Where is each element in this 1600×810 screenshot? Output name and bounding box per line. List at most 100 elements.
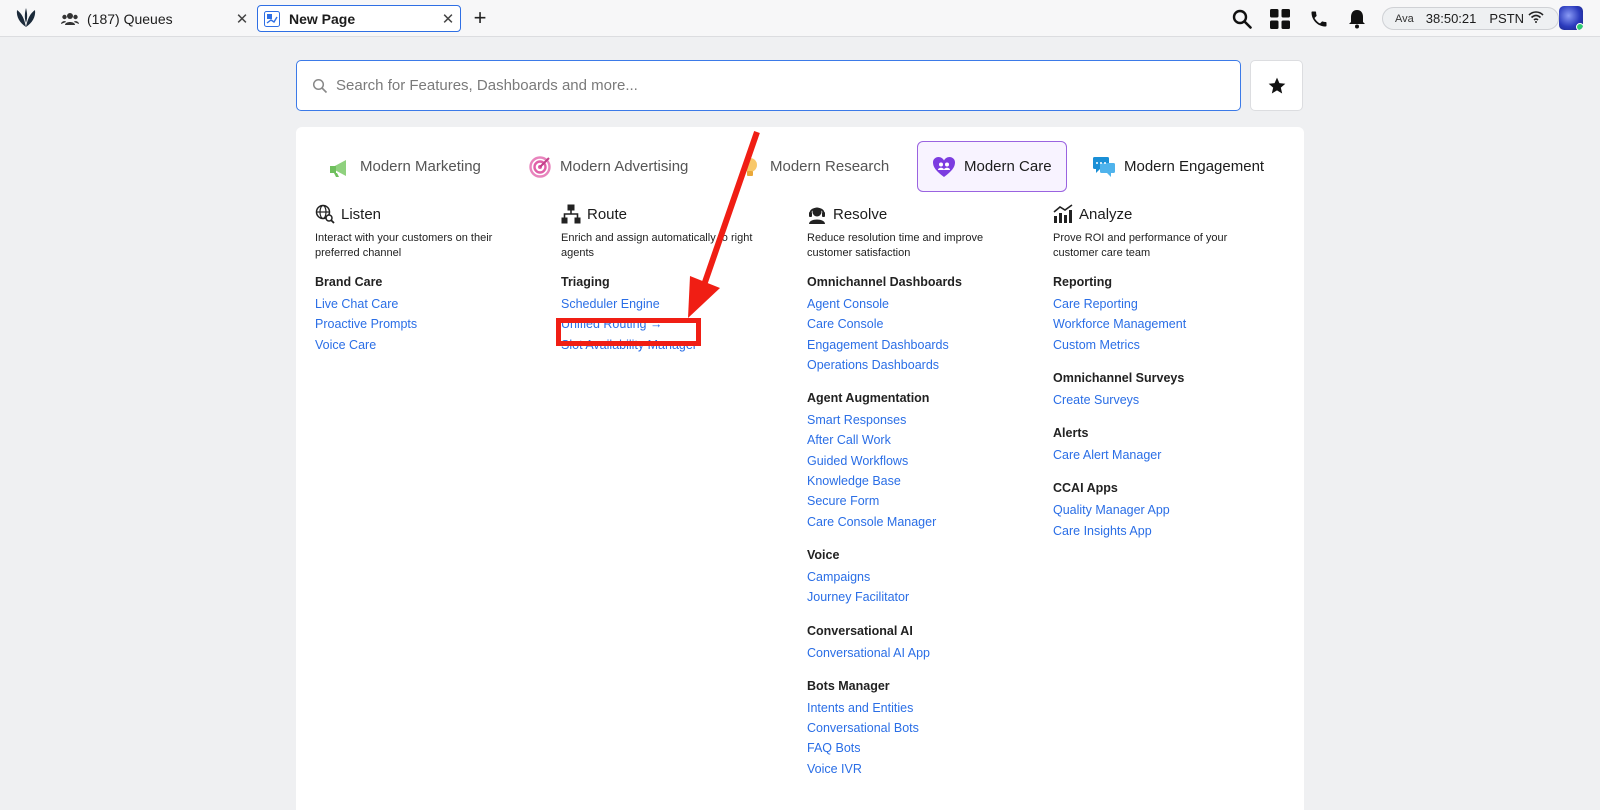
search-icon[interactable] xyxy=(1230,7,1254,31)
category-modern-engagement[interactable]: Modern Engagement xyxy=(1092,141,1264,192)
section-title: Omnichannel Surveys xyxy=(1053,370,1185,385)
agent-name: Ava xyxy=(1395,12,1414,25)
search-icon xyxy=(312,78,328,93)
session-timer: 38:50:21 xyxy=(1425,11,1477,26)
section-bots-manager: Bots Manager Intents and Entities Conver… xyxy=(807,679,1047,781)
close-icon[interactable]: ✕ xyxy=(233,10,251,28)
bulb-icon xyxy=(738,155,762,179)
link-voice-ivr[interactable]: Voice IVR xyxy=(807,761,1047,781)
top-bar: (187) Queues ✕ New Page ✕ + Ava 38:50:21… xyxy=(0,0,1600,37)
link-smart-responses[interactable]: Smart Responses xyxy=(807,412,1047,432)
column-description: Interact with your customers on their pr… xyxy=(315,232,493,259)
category-label: Modern Marketing xyxy=(360,158,481,175)
column-title: Analyze xyxy=(1079,205,1133,223)
section-title: Triaging xyxy=(561,275,610,289)
star-icon xyxy=(1268,77,1285,93)
agent-status-pill[interactable]: Ava 38:50:21 PSTN xyxy=(1382,7,1559,30)
tab-label: (187) Queues xyxy=(87,10,173,27)
heart-icon xyxy=(932,155,956,179)
chat-icon xyxy=(1092,155,1116,179)
app-logo-icon[interactable] xyxy=(14,7,38,29)
link-faq-bots[interactable]: FAQ Bots xyxy=(807,740,1047,760)
link-care-insights-app[interactable]: Care Insights App xyxy=(1053,523,1293,543)
section-brand-care: Brand Care Live Chat Care Proactive Prom… xyxy=(315,275,555,357)
section-title: CCAI Apps xyxy=(1053,481,1118,496)
wifi-icon xyxy=(1528,11,1544,26)
headset-icon xyxy=(807,204,827,224)
bell-icon[interactable] xyxy=(1345,7,1369,31)
link-care-console[interactable]: Care Console xyxy=(807,316,1047,336)
column-listen: Listen Interact with your customers on t… xyxy=(315,204,555,357)
section-title: Conversational AI xyxy=(807,623,913,638)
column-analyze: Analyze Prove ROI and performance of you… xyxy=(1053,204,1293,543)
close-icon[interactable]: ✕ xyxy=(439,10,457,28)
column-resolve: Resolve Reduce resolution time and impro… xyxy=(807,204,1047,781)
section-title: Reporting xyxy=(1053,275,1113,289)
section-ccai-apps: CCAI Apps Quality Manager App Care Insig… xyxy=(1053,481,1293,543)
link-guided-workflows[interactable]: Guided Workflows xyxy=(807,453,1047,473)
avatar[interactable] xyxy=(1559,6,1583,30)
link-conversational-bots[interactable]: Conversational Bots xyxy=(807,720,1047,740)
column-description: Reduce resolution time and improve custo… xyxy=(807,232,984,259)
category-label: Modern Advertising xyxy=(560,158,689,175)
chart-icon xyxy=(1053,204,1073,224)
category-modern-marketing[interactable]: Modern Marketing xyxy=(328,141,481,192)
category-modern-care[interactable]: Modern Care xyxy=(917,141,1067,192)
online-status-dot xyxy=(1576,23,1583,30)
column-description: Prove ROI and performance of your custom… xyxy=(1053,232,1228,259)
link-scheduler-engine[interactable]: Scheduler Engine xyxy=(561,296,801,316)
link-knowledge-base[interactable]: Knowledge Base xyxy=(807,473,1047,493)
link-care-console-manager[interactable]: Care Console Manager xyxy=(807,514,1047,534)
tab-label: New Page xyxy=(289,10,356,27)
search-input[interactable] xyxy=(336,77,1196,94)
link-proactive-prompts[interactable]: Proactive Prompts xyxy=(315,316,555,336)
section-title: Omnichannel Dashboards xyxy=(807,275,962,289)
link-agent-console[interactable]: Agent Console xyxy=(807,296,1047,316)
section-title: Bots Manager xyxy=(807,678,890,693)
link-secure-form[interactable]: Secure Form xyxy=(807,493,1047,513)
link-journey-facilitator[interactable]: Journey Facilitator xyxy=(807,589,1047,609)
link-voice-care[interactable]: Voice Care xyxy=(315,337,555,357)
section-title: Voice xyxy=(807,547,840,562)
add-tab-button[interactable]: + xyxy=(469,6,491,30)
link-care-alert-manager[interactable]: Care Alert Manager xyxy=(1053,447,1293,467)
link-campaigns[interactable]: Campaigns xyxy=(807,569,1047,589)
link-live-chat-care[interactable]: Live Chat Care xyxy=(315,296,555,316)
link-custom-metrics[interactable]: Custom Metrics xyxy=(1053,337,1293,357)
link-care-reporting[interactable]: Care Reporting xyxy=(1053,296,1293,316)
column-title: Resolve xyxy=(833,205,888,223)
target-icon xyxy=(528,155,552,179)
phone-icon[interactable] xyxy=(1307,7,1331,31)
hierarchy-icon xyxy=(561,204,581,224)
section-omnichannel-dashboards: Omnichannel Dashboards Agent Console Car… xyxy=(807,275,1047,377)
category-modern-research[interactable]: Modern Research xyxy=(738,141,889,192)
section-voice: Voice Campaigns Journey Facilitator xyxy=(807,548,1047,610)
feature-menu-panel: Modern Marketing Modern Advertising Mode… xyxy=(296,127,1304,810)
link-operations-dashboards[interactable]: Operations Dashboards xyxy=(807,357,1047,377)
line-type: PSTN xyxy=(1489,11,1525,26)
megaphone-icon xyxy=(328,155,352,179)
section-omnichannel-surveys: Omnichannel Surveys Create Surveys xyxy=(1053,371,1293,412)
feature-search-bar[interactable] xyxy=(296,60,1241,111)
tab-new-page[interactable]: New Page ✕ xyxy=(257,5,461,32)
section-title: Agent Augmentation xyxy=(807,391,930,406)
link-after-call-work[interactable]: After Call Work xyxy=(807,432,1047,452)
link-create-surveys[interactable]: Create Surveys xyxy=(1053,392,1293,412)
column-description: Enrich and assign automatically to right… xyxy=(561,232,753,259)
link-intents-and-entities[interactable]: Intents and Entities xyxy=(807,700,1047,720)
link-workforce-management[interactable]: Workforce Management xyxy=(1053,316,1293,336)
category-modern-advertising[interactable]: Modern Advertising xyxy=(528,141,688,192)
link-quality-manager-app[interactable]: Quality Manager App xyxy=(1053,502,1293,522)
section-title: Alerts xyxy=(1053,426,1089,441)
link-engagement-dashboards[interactable]: Engagement Dashboards xyxy=(807,337,1047,357)
section-conversational-ai: Conversational AI Conversational AI App xyxy=(807,624,1047,665)
people-icon xyxy=(61,10,79,28)
column-title: Listen xyxy=(341,205,382,223)
category-label: Modern Care xyxy=(964,158,1052,175)
tab-queues[interactable]: (187) Queues ✕ xyxy=(56,5,254,32)
category-label: Modern Research xyxy=(770,158,890,175)
link-conversational-ai-app[interactable]: Conversational AI App xyxy=(807,645,1047,665)
favorites-button[interactable] xyxy=(1250,60,1303,111)
page-icon xyxy=(263,10,281,28)
apps-grid-icon[interactable] xyxy=(1268,7,1292,31)
